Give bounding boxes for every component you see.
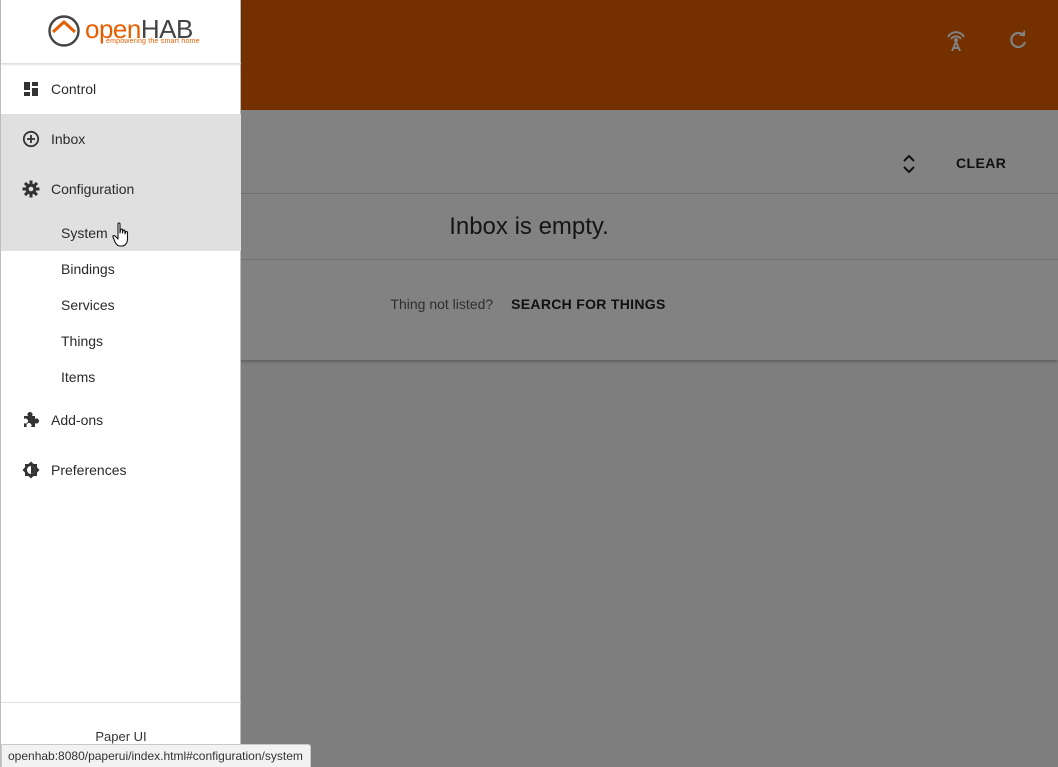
brightness-icon xyxy=(21,460,41,480)
sidebar-item-label: Configuration xyxy=(51,181,135,197)
openhab-logo-icon xyxy=(47,14,81,48)
sidebar-subitem-label: Items xyxy=(61,369,96,385)
puzzle-icon xyxy=(21,410,41,430)
sidebar-item-label: Control xyxy=(51,81,97,97)
sidebar-subitem-label: Things xyxy=(61,333,104,349)
status-url-bar: openhab:8080/paperui/index.html#configur… xyxy=(1,744,311,767)
logo-tagline: empowering the smart home xyxy=(106,38,200,45)
gear-icon xyxy=(21,179,41,199)
sidebar-item-inbox[interactable]: Inbox xyxy=(1,114,241,164)
sidebar-subitem-label: Services xyxy=(61,297,115,313)
sidebar-drawer: openHAB empowering the smart home Contro… xyxy=(0,0,241,767)
sidebar-item-label: Preferences xyxy=(51,462,127,478)
footer-label: Paper UI xyxy=(95,729,147,744)
sidebar-item-addons[interactable]: Add-ons xyxy=(1,395,241,445)
sidebar-item-label: Add-ons xyxy=(51,412,104,428)
sidebar-subitem-items[interactable]: Items xyxy=(1,359,241,395)
sidebar-item-configuration[interactable]: Configuration xyxy=(1,164,241,214)
sidebar-subitem-label: System xyxy=(61,225,108,241)
sidebar-item-preferences[interactable]: Preferences xyxy=(1,445,241,495)
sidebar-subitem-bindings[interactable]: Bindings xyxy=(1,251,241,287)
sidebar-subitem-services[interactable]: Services xyxy=(1,287,241,323)
sidebar-item-control[interactable]: Control xyxy=(1,64,241,114)
sidebar-subitem-things[interactable]: Things xyxy=(1,323,241,359)
sidebar-subitem-label: Bindings xyxy=(61,261,115,277)
add-circle-icon xyxy=(21,129,41,149)
openhab-logo[interactable]: openHAB empowering the smart home xyxy=(1,0,241,64)
sidebar-item-label: Inbox xyxy=(51,131,86,147)
dashboard-icon xyxy=(21,79,41,99)
hand-cursor-icon xyxy=(112,222,132,248)
